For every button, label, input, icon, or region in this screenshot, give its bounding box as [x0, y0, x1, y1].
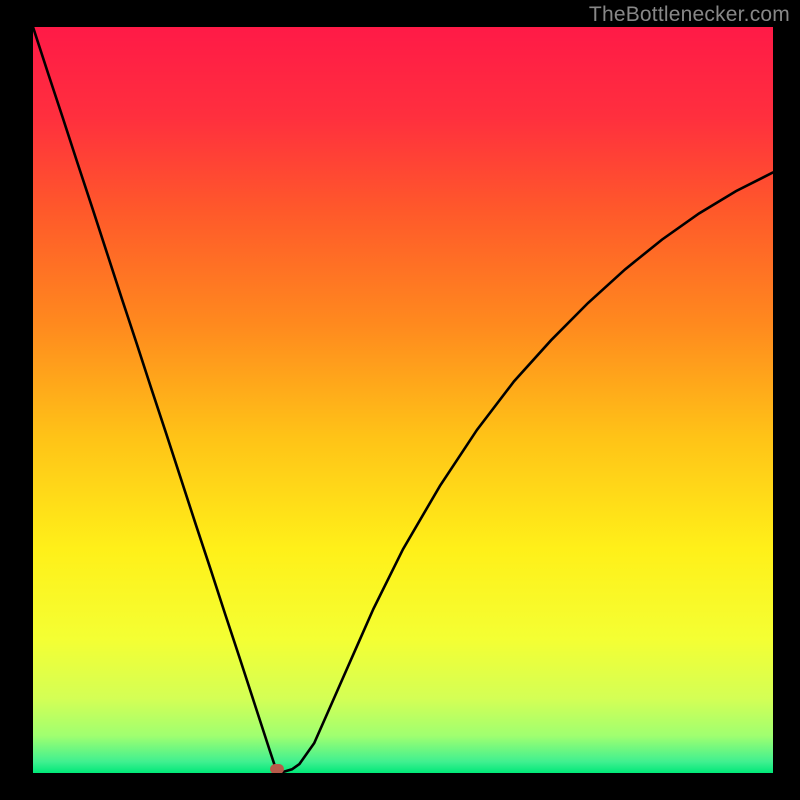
plot-area	[33, 27, 773, 773]
watermark-text: TheBottlenecker.com	[589, 3, 790, 27]
chart-frame: TheBottlenecker.com	[0, 0, 800, 800]
optimal-point-marker	[270, 764, 284, 773]
bottleneck-curve	[33, 27, 773, 773]
curve-svg	[33, 27, 773, 773]
